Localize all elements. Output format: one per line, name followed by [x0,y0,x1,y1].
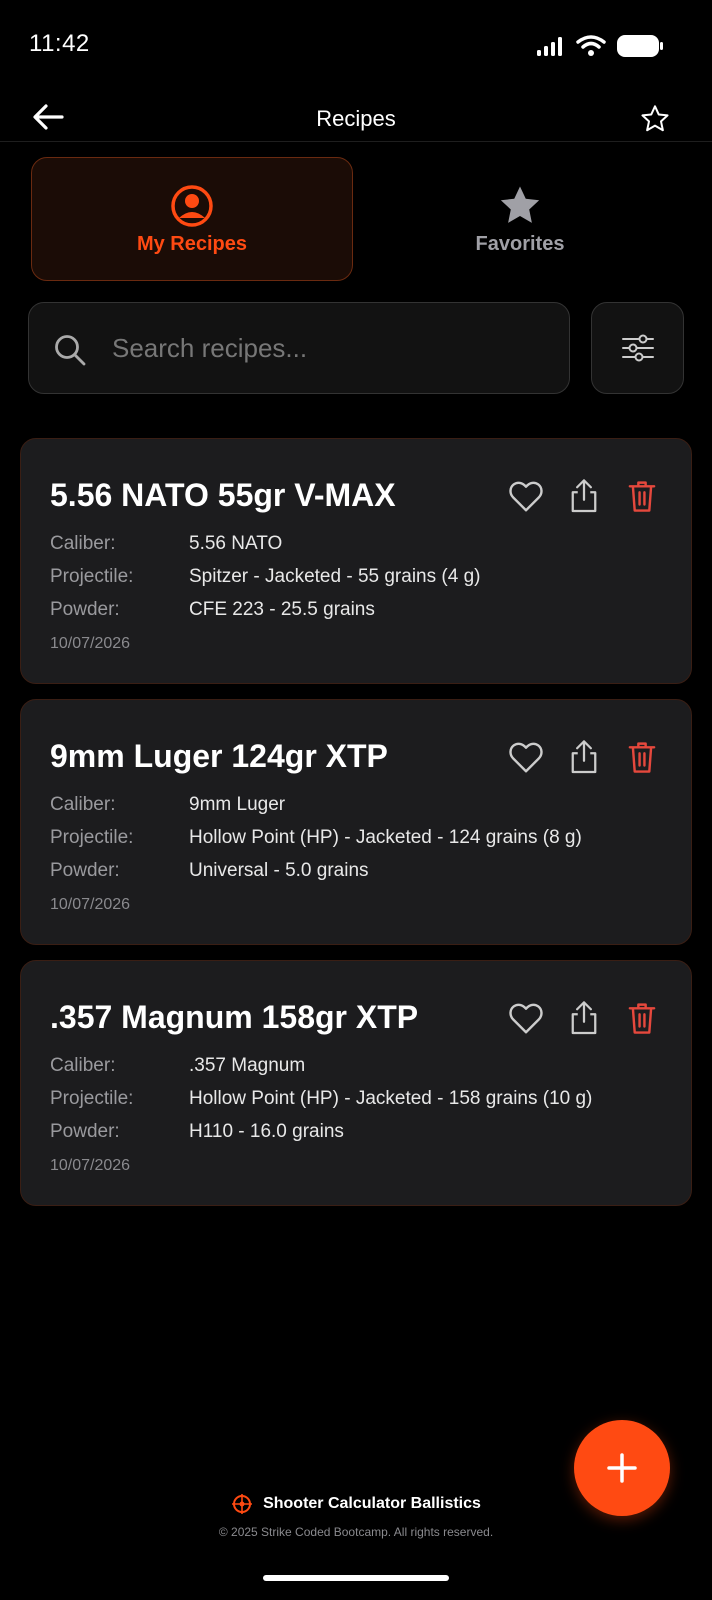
star-icon [497,183,543,229]
trash-icon [628,481,656,512]
caliber-value: .357 Magnum [189,1055,306,1076]
share-button[interactable] [565,738,603,776]
recipe-list: 5.56 NATO 55gr V-MAX Caliber: 5.56 NATO … [20,438,692,1221]
sliders-icon [621,334,654,362]
status-bar: 11:42 [0,0,712,92]
card-actions [487,738,661,776]
tab-my-recipes[interactable]: My Recipes [31,157,353,281]
share-icon [571,1001,597,1035]
user-circle-icon [169,183,215,229]
search-input[interactable] [112,325,552,371]
tab-favorites-label: Favorites [475,232,565,255]
battery-icon [617,35,663,57]
footer-brand: Shooter Calculator Ballistics [0,1493,712,1515]
footer-brand-name: Shooter Calculator Ballistics [263,1495,481,1512]
projectile-value: Hollow Point (HP) - Jacketed - 158 grain… [189,1088,593,1109]
plus-icon [607,1453,637,1483]
favorite-button[interactable] [507,477,545,515]
page-title: Recipes [316,106,396,131]
projectile-label: Projectile: [50,566,134,587]
powder-value: CFE 223 - 25.5 grains [189,599,375,620]
recipe-title: 5.56 NATO 55gr V-MAX [50,477,396,513]
trash-icon [628,742,656,773]
share-icon [571,479,597,513]
projectile-value: Spitzer - Jacketed - 55 grains (4 g) [189,566,481,587]
recipe-date: 10/07/2026 [50,896,131,913]
footer: Shooter Calculator Ballistics © 2025 Str… [0,1493,712,1539]
delete-button[interactable] [623,477,661,515]
recipe-date: 10/07/2026 [50,635,131,652]
caliber-label: Caliber: [50,1055,116,1076]
favorite-button[interactable] [507,738,545,776]
favorites-star-button[interactable] [638,102,672,136]
powder-value: H110 - 16.0 grains [189,1121,344,1142]
share-icon [571,740,597,774]
status-time: 11:42 [29,30,90,57]
heart-icon [509,1003,543,1034]
recipe-card[interactable]: 5.56 NATO 55gr V-MAX Caliber: 5.56 NATO … [20,438,692,684]
search-icon [55,335,86,366]
recipe-date: 10/07/2026 [50,1157,131,1174]
heart-icon [509,481,543,512]
card-actions [487,999,661,1037]
tab-my-recipes-label: My Recipes [136,232,248,255]
card-actions [487,477,661,515]
projectile-label: Projectile: [50,1088,134,1109]
powder-label: Powder: [50,599,120,620]
app-header: Recipes [0,92,712,142]
powder-label: Powder: [50,860,120,881]
delete-button[interactable] [623,999,661,1037]
tab-favorites[interactable]: Favorites [359,157,681,281]
caliber-value: 5.56 NATO [189,533,283,554]
footer-copyright: © 2025 Strike Coded Bootcamp. All rights… [218,1525,494,1539]
recipe-title: .357 Magnum 158gr XTP [50,999,419,1035]
delete-button[interactable] [623,738,661,776]
wifi-icon [576,35,606,56]
powder-value: Universal - 5.0 grains [189,860,369,881]
crosshair-logo-icon [232,1494,253,1514]
share-button[interactable] [565,999,603,1037]
home-indicator [263,1575,449,1581]
trash-icon [628,1003,656,1034]
star-outline-icon [641,105,669,132]
search-box [28,302,570,394]
powder-label: Powder: [50,1121,120,1142]
signal-icon [537,37,562,56]
status-icons [536,34,664,58]
caliber-value: 9mm Luger [189,794,286,815]
recipe-card[interactable]: .357 Magnum 158gr XTP Caliber: .357 Magn… [20,960,692,1206]
projectile-label: Projectile: [50,827,134,848]
heart-icon [509,742,543,773]
filter-button[interactable] [591,302,684,394]
caliber-label: Caliber: [50,533,116,554]
favorite-button[interactable] [507,999,545,1037]
recipe-tabs: My Recipes Favorites [31,157,681,281]
share-button[interactable] [565,477,603,515]
recipe-title: 9mm Luger 124gr XTP [50,738,388,774]
recipe-card[interactable]: 9mm Luger 124gr XTP Caliber: 9mm Luger P… [20,699,692,945]
caliber-label: Caliber: [50,794,116,815]
projectile-value: Hollow Point (HP) - Jacketed - 124 grain… [189,827,582,848]
